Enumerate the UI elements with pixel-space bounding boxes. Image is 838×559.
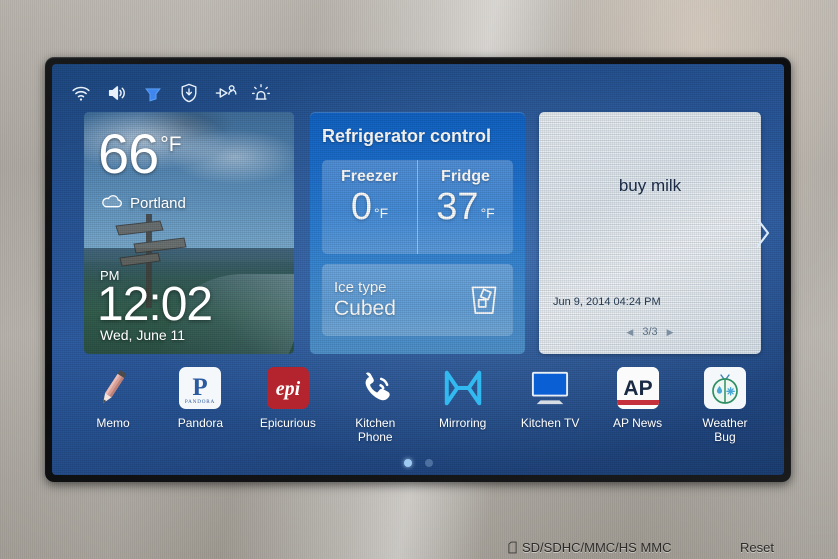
freezer-value-number: 0 — [350, 186, 372, 228]
dock-label-kitchen-tv: Kitchen TV — [520, 416, 580, 430]
tv-icon — [526, 364, 574, 412]
freezer-value: 0 °F — [351, 188, 388, 226]
dock-label-mirroring: Mirroring — [439, 416, 487, 430]
sd-slot-text: SD/SDHC/MMC/HS MMC — [522, 539, 672, 555]
clock-date: Wed, June 11 — [100, 327, 186, 343]
dock-label-epicurious: Epicurious — [259, 416, 316, 430]
shield-download-icon[interactable] — [178, 82, 200, 104]
epicurious-icon: epi — [264, 364, 312, 412]
svg-text:PANDORA: PANDORA — [185, 399, 215, 405]
memo-timestamp: Jun 9, 2014 04:24 PM — [553, 296, 661, 308]
clock-time: 12:02 — [97, 278, 213, 331]
dock-app-kitchen-tv[interactable]: Kitchen TV — [511, 364, 589, 431]
weather-temperature: 66 °F — [98, 122, 182, 185]
fridge-temperature-cell[interactable]: Fridge 37 °F — [417, 160, 513, 254]
refrigerator-front-panel: 66 °F Portland PM 12:02 Wed, June 11 Ref… — [0, 0, 838, 559]
mirroring-icon — [439, 364, 487, 412]
fridge-value-unit: °F — [480, 205, 495, 221]
fridge-value-number: 37 — [436, 186, 479, 228]
ice-type-value: Cubed — [334, 296, 396, 320]
weather-widget[interactable]: 66 °F Portland PM 12:02 Wed, June 11 — [84, 112, 294, 354]
dock-app-memo[interactable]: Memo — [74, 364, 152, 431]
device-connect-icon[interactable] — [214, 82, 237, 104]
dock-app-ap-news[interactable]: AP AP News — [599, 364, 677, 431]
sd-slot-label: SD/SDHC/MMC/HS MMC — [508, 540, 672, 555]
dock-label-pandora: Pandora — [177, 416, 224, 430]
memo-note-text: buy milk — [618, 176, 682, 195]
weather-temperature-value: 66 — [98, 122, 159, 185]
dock-app-kitchen-phone[interactable]: Kitchen Phone — [336, 364, 414, 445]
weather-bug-icon — [701, 364, 749, 412]
ap-news-icon: AP — [614, 364, 662, 412]
triangle-left-icon[interactable]: ◀ — [626, 327, 633, 338]
ice-type-label: Ice type — [334, 278, 387, 296]
touchscreen-display[interactable]: 66 °F Portland PM 12:02 Wed, June 11 Ref… — [52, 64, 784, 475]
weather-temperature-unit: °F — [160, 133, 182, 156]
fridge-label: Fridge — [441, 168, 490, 185]
page-dot-1[interactable] — [403, 459, 412, 467]
dock-app-mirroring[interactable]: Mirroring — [424, 364, 502, 431]
memo-widget[interactable]: buy milk Jun 9, 2014 04:24 PM ◀ 3/3 ▶ — [539, 112, 761, 354]
pandora-icon: P PANDORA — [176, 364, 224, 412]
volume-icon[interactable] — [106, 82, 128, 104]
pencil-icon — [89, 364, 137, 412]
dock-app-weather-bug[interactable]: Weather Bug — [686, 364, 764, 445]
fridge-value: 37 °F — [436, 188, 494, 226]
status-bar — [70, 82, 272, 104]
temperature-tile[interactable]: Freezer 0 °F Fridge 37 °F — [322, 160, 513, 254]
display-bezel: 66 °F Portland PM 12:02 Wed, June 11 Ref… — [45, 57, 791, 482]
refrigerator-control-widget[interactable]: Refrigerator control Freezer 0 °F Fridge… — [310, 112, 525, 354]
wifi-icon[interactable] — [70, 82, 92, 104]
freezer-label: Freezer — [341, 168, 398, 185]
freezer-value-unit: °F — [373, 205, 389, 221]
reset-button-label[interactable]: Reset — [740, 540, 774, 555]
page-dot-2[interactable] — [424, 459, 433, 467]
dock-label-memo: Memo — [96, 416, 130, 430]
page-indicator-dots — [52, 459, 784, 467]
memo-page-counter: 3/3 — [642, 326, 658, 338]
phone-icon — [351, 364, 399, 412]
sd-card-icon — [508, 541, 517, 554]
refrigerator-control-title: Refrigerator control — [322, 126, 492, 146]
memo-pager: ◀ 3/3 ▶ — [539, 326, 761, 338]
dock-app-pandora[interactable]: P PANDORA Pandora — [161, 364, 239, 431]
svg-text:P: P — [193, 374, 208, 401]
ice-type-tile[interactable]: Ice type Cubed — [322, 264, 513, 336]
freezer-temperature-cell[interactable]: Freezer 0 °F — [322, 160, 417, 254]
alarm-siren-icon[interactable] — [250, 82, 272, 104]
ice-glass-icon — [469, 280, 499, 321]
svg-text:AP: AP — [623, 377, 652, 400]
wifi-direct-icon[interactable] — [142, 82, 164, 104]
dock-label-weather-bug: Weather Bug — [702, 416, 748, 444]
svg-text:epi: epi — [276, 378, 301, 400]
ice-type-text: Ice type Cubed — [334, 278, 396, 320]
app-dock: Memo P PANDORA Pandora epi Epicurious Ki… — [62, 364, 776, 445]
weather-city-label: Portland — [130, 195, 186, 212]
dock-label-kitchen-phone: Kitchen Phone — [355, 416, 396, 444]
cloud-icon — [100, 194, 124, 213]
dock-label-ap-news: AP News — [612, 416, 663, 430]
weather-content: 66 °F Portland PM 12:02 Wed, June 11 — [84, 112, 294, 354]
dock-app-epicurious[interactable]: epi Epicurious — [249, 364, 327, 431]
chevron-right-icon[interactable] — [752, 216, 774, 250]
triangle-right-icon[interactable]: ▶ — [667, 327, 674, 338]
weather-location: Portland — [100, 194, 186, 213]
